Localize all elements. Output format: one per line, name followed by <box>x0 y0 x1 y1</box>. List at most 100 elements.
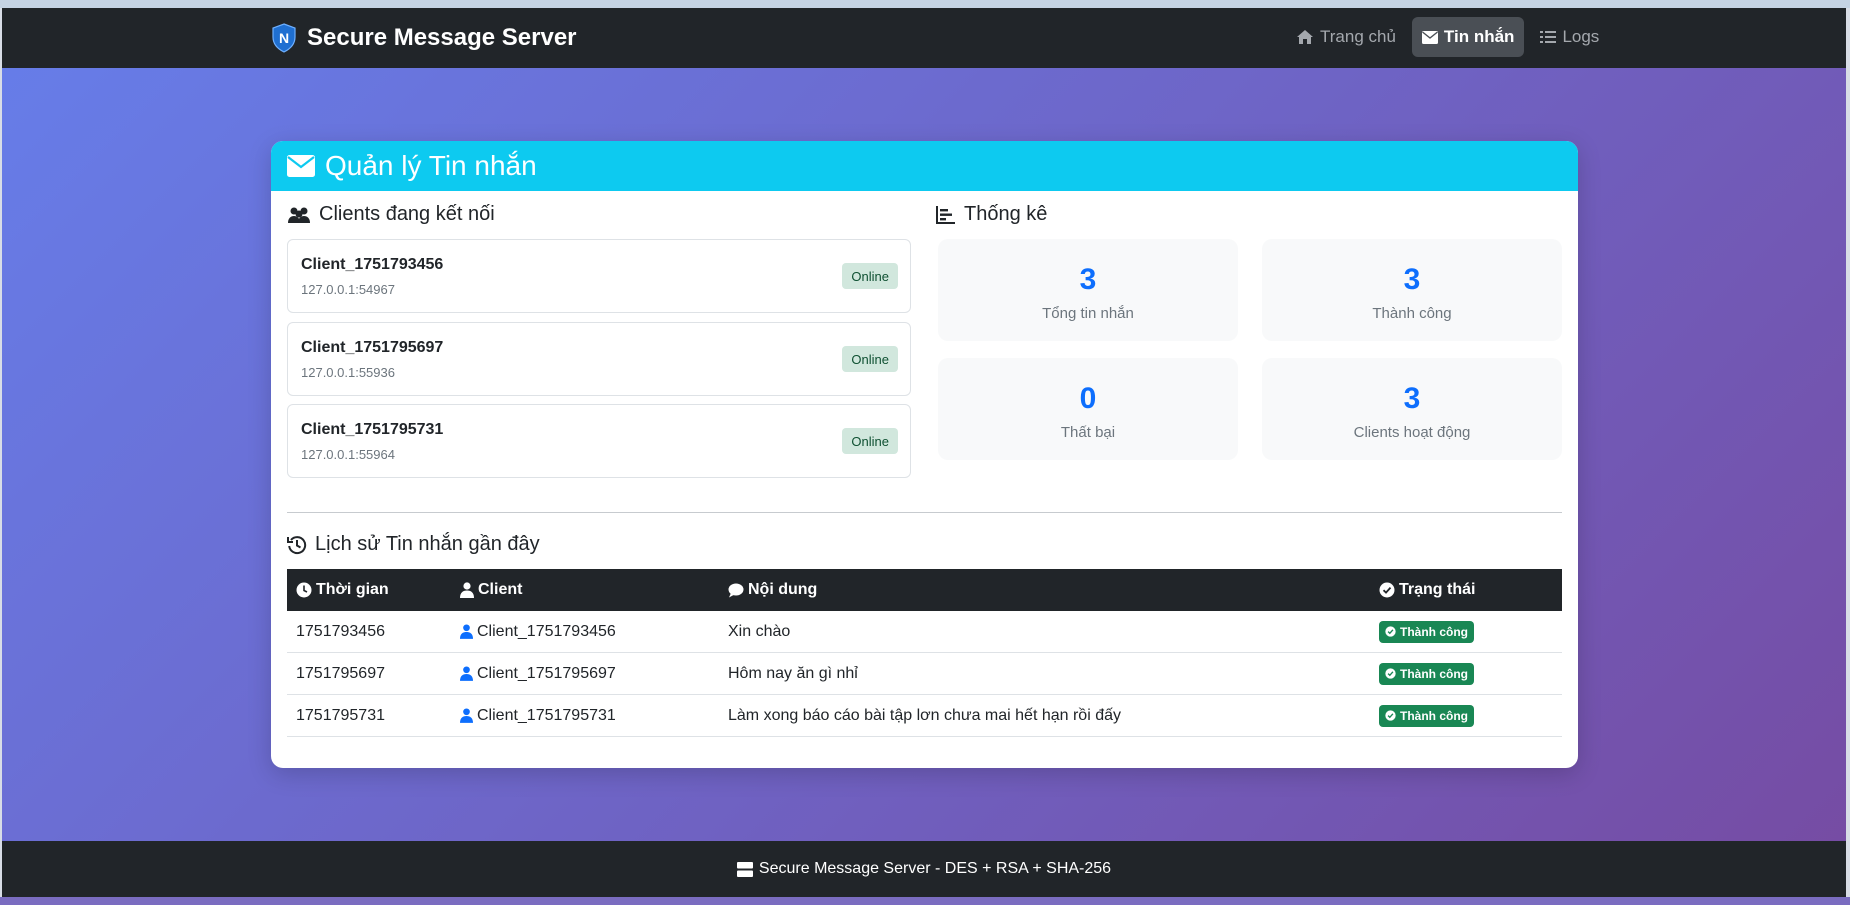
brand-title: Secure Message Server <box>307 24 577 51</box>
stat-value: 3 <box>1403 263 1421 296</box>
window-left-edge <box>0 8 2 905</box>
cell-content: Hôm nay ăn gì nhỉ <box>728 664 858 682</box>
success-badge-label: Thành công <box>1400 624 1468 639</box>
svg-text:N: N <box>279 30 289 46</box>
check-circle-icon <box>1379 582 1395 598</box>
header-content[interactable]: Nội dung <box>728 581 1379 599</box>
stat-label: Tổng tin nhắn <box>1042 305 1134 322</box>
cell-client: Client_1751793456 <box>460 623 728 641</box>
table-row[interactable]: 1751795731 Client_1751795731 Làm xong bá… <box>287 695 1562 737</box>
online-badge: Online <box>842 263 898 289</box>
online-badge: Online <box>842 428 898 454</box>
cell-time: 1751795731 <box>296 706 385 724</box>
client-address: 127.0.0.1:55936 <box>301 365 395 380</box>
stats-section-title: Thống kê <box>936 203 1047 226</box>
envelope-icon <box>287 155 315 177</box>
header-client-label: Client <box>478 581 523 598</box>
check-circle-icon <box>1385 626 1396 637</box>
cell-time: 1751793456 <box>296 622 385 640</box>
online-badge: Online <box>842 346 898 372</box>
user-icon <box>460 582 474 598</box>
shield-logo-icon: N <box>272 23 296 53</box>
user-icon <box>460 708 473 723</box>
cell-client-name: Client_1751795697 <box>477 664 616 682</box>
cell-status: Thành công <box>1379 620 1562 643</box>
home-icon <box>1297 30 1313 44</box>
card-title: Quản lý Tin nhắn <box>325 150 537 181</box>
header-time[interactable]: Thời gian <box>287 581 460 599</box>
envelope-icon <box>1421 30 1438 44</box>
window-bottom-edge <box>0 897 1850 905</box>
client-item[interactable]: Client_1751795731 127.0.0.1:55964 Online <box>287 404 911 478</box>
header-status-label: Trạng thái <box>1399 581 1476 598</box>
cell-status: Thành công <box>1379 662 1562 685</box>
client-name: Client_1751795697 <box>301 339 444 356</box>
client-address: 127.0.0.1:54967 <box>301 282 395 297</box>
stat-label: Clients hoạt động <box>1353 424 1471 441</box>
cell-client: Client_1751795731 <box>460 707 728 725</box>
table-row[interactable]: 1751793456 Client_1751793456 Xin chào Th… <box>287 611 1562 653</box>
success-badge-label: Thành công <box>1400 708 1468 723</box>
brand[interactable]: N Secure Message Server <box>271 23 577 53</box>
cell-client: Client_1751795697 <box>460 665 728 683</box>
stat-active-clients: 3 Clients hoạt động <box>1262 358 1562 460</box>
header-status[interactable]: Trạng thái <box>1379 581 1562 599</box>
window-right-edge <box>1846 8 1850 905</box>
footer-text: Secure Message Server - DES + RSA + SHA-… <box>758 860 1112 877</box>
success-badge: Thành công <box>1379 704 1474 727</box>
cell-content: Làm xong báo cáo bài tập lơn chưa mai hế… <box>728 706 1121 724</box>
cell-time: 1751795697 <box>296 664 385 682</box>
table-row[interactable]: 1751795697 Client_1751795697 Hôm nay ăn … <box>287 653 1562 695</box>
chart-bar-icon <box>936 205 955 224</box>
header-content-label: Nội dung <box>748 581 818 598</box>
stat-value: 0 <box>1079 382 1097 415</box>
client-address: 127.0.0.1:55964 <box>301 447 395 462</box>
success-badge: Thành công <box>1379 620 1474 643</box>
nav-messages-label: Tin nhắn <box>1443 27 1515 46</box>
stat-label: Thành công <box>1372 305 1452 322</box>
success-badge: Thành công <box>1379 662 1474 685</box>
history-table: Thời gian Client Nội dung Trạng thái 175… <box>287 569 1562 737</box>
clock-icon <box>296 582 312 598</box>
cell-client-name: Client_1751793456 <box>477 622 616 640</box>
check-circle-icon <box>1385 710 1396 721</box>
navbar: N Secure Message Server Trang chủ Tin nh… <box>2 8 1846 68</box>
nav-home[interactable]: Trang chủ <box>1286 17 1406 57</box>
nav-home-label: Trang chủ <box>1320 27 1396 46</box>
user-icon <box>460 666 473 681</box>
success-badge-label: Thành công <box>1400 666 1468 681</box>
window-top-edge <box>0 0 1850 8</box>
stat-failed: 0 Thất bại <box>938 358 1238 460</box>
history-title-text: Lịch sử Tin nhắn gần đây <box>315 533 540 555</box>
users-icon <box>288 207 310 223</box>
header-time-label: Thời gian <box>316 581 389 598</box>
comment-icon <box>728 583 744 597</box>
clients-section-title: Clients đang kết nối <box>287 203 495 226</box>
user-icon <box>460 624 473 639</box>
footer: Secure Message Server - DES + RSA + SHA-… <box>2 841 1846 897</box>
clients-title-text: Clients đang kết nối <box>319 203 495 225</box>
history-icon <box>287 535 307 554</box>
list-icon <box>1540 31 1557 43</box>
stat-value: 3 <box>1403 382 1421 415</box>
cell-content: Xin chào <box>728 622 791 640</box>
cell-client-name: Client_1751795731 <box>477 706 616 724</box>
client-name: Client_1751793456 <box>301 256 444 273</box>
section-divider <box>287 512 1562 513</box>
nav-messages[interactable]: Tin nhắn <box>1411 17 1525 57</box>
stat-success: 3 Thành công <box>1262 239 1562 341</box>
stat-label: Thất bại <box>1060 424 1116 441</box>
stat-total-messages: 3 Tổng tin nhắn <box>938 239 1238 341</box>
message-management-card: Quản lý Tin nhắn Clients đang kết nối Cl… <box>271 141 1578 768</box>
check-circle-icon <box>1385 668 1396 679</box>
client-item[interactable]: Client_1751793456 127.0.0.1:54967 Online <box>287 239 911 313</box>
stats-title-text: Thống kê <box>964 203 1048 225</box>
nav-menu: Trang chủ Tin nhắn Logs <box>1286 17 1609 57</box>
server-icon <box>736 861 753 877</box>
card-header: Quản lý Tin nhắn <box>271 141 1578 191</box>
header-client[interactable]: Client <box>460 581 728 599</box>
nav-logs[interactable]: Logs <box>1530 17 1609 57</box>
client-item[interactable]: Client_1751795697 127.0.0.1:55936 Online <box>287 322 911 396</box>
history-section-title: Lịch sử Tin nhắn gần đây <box>287 533 540 556</box>
nav-logs-label: Logs <box>1562 27 1600 46</box>
